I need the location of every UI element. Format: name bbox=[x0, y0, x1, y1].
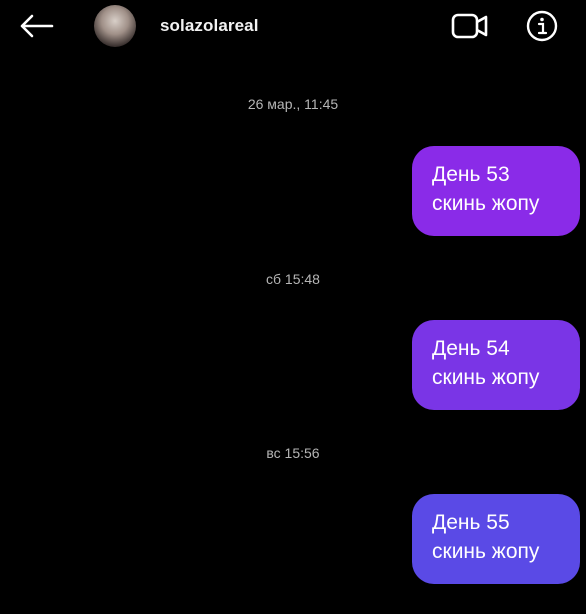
message-bubble[interactable]: День 55 скинь жопу bbox=[412, 494, 580, 584]
avatar[interactable] bbox=[94, 5, 136, 47]
message-text-line: скинь жопу bbox=[432, 366, 540, 389]
message-text-line: скинь жопу bbox=[432, 192, 540, 215]
info-icon bbox=[526, 10, 558, 42]
video-camera-icon bbox=[451, 13, 488, 39]
video-call-button[interactable] bbox=[448, 8, 492, 44]
message-text-line: скинь жопу bbox=[432, 540, 540, 563]
message-text-line: День 53 bbox=[432, 163, 510, 186]
message-bubble[interactable]: День 54 скинь жопу bbox=[412, 320, 580, 410]
chat-username[interactable]: solazolareal bbox=[160, 16, 259, 36]
message-timestamp: вс 15:56 bbox=[266, 445, 320, 461]
message-text-line: День 54 bbox=[432, 337, 510, 360]
info-button[interactable] bbox=[522, 6, 562, 46]
message-bubble[interactable]: День 53 скинь жопу bbox=[412, 146, 580, 236]
chat-header: solazolareal bbox=[0, 0, 586, 56]
message-timestamp: сб 15:48 bbox=[266, 271, 320, 287]
back-button[interactable] bbox=[14, 10, 58, 42]
back-arrow-icon bbox=[20, 14, 54, 38]
message-text-line: День 55 bbox=[432, 511, 510, 534]
message-timestamp: 26 мар., 11:45 bbox=[247, 96, 339, 112]
